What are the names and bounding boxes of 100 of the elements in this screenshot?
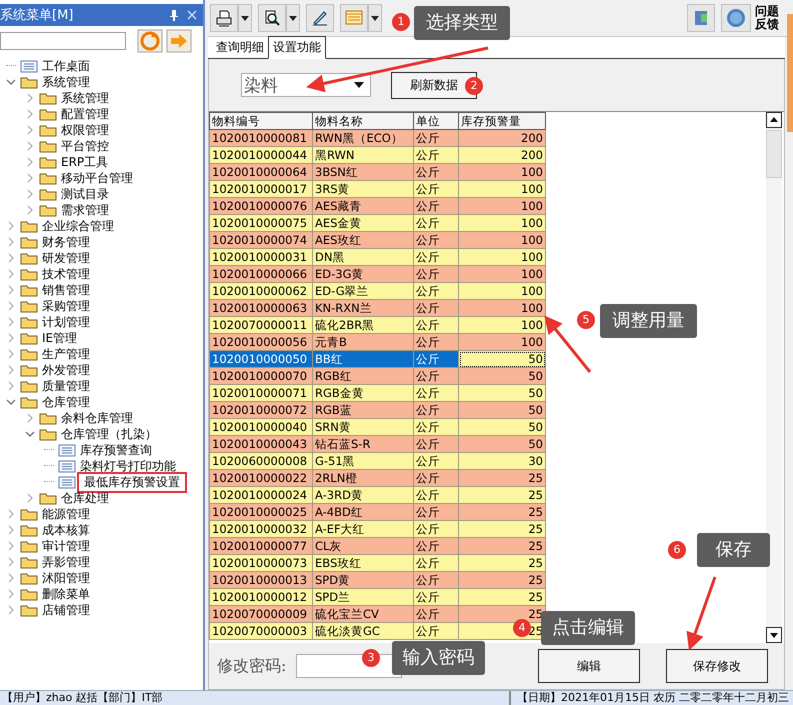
refresh-icon[interactable] [137,29,163,53]
table-cell: 1020010000075 [210,214,312,232]
column-header[interactable]: 库存预警量 [458,112,546,130]
table-cell: 1020010000012 [210,588,312,606]
tree-item[interactable]: 需求管理 [61,202,109,218]
tree-item[interactable]: 平台管控 [61,138,109,154]
tree-item[interactable]: 系统管理 [61,90,109,106]
callout-label: 点击编辑 [541,611,635,645]
tree-item[interactable]: 质量管理 [42,378,90,394]
folder-icon [39,204,57,216]
tree-item[interactable]: 审计管理 [42,538,90,554]
tree-item[interactable]: ERP工具 [61,154,108,170]
arrow-right-icon[interactable] [166,29,192,53]
tree-item[interactable]: 系统管理 [42,74,90,90]
table-cell: 1020010000064 [210,164,312,180]
edit-button[interactable]: 编辑 [538,649,640,683]
type-dropdown[interactable]: 染料 [241,73,371,97]
password-label: 修改密码: [217,656,286,676]
tree-item[interactable]: 权限管理 [61,122,109,138]
save-button[interactable]: 保存修改 [666,649,768,683]
column-header[interactable]: 物料名称 [312,112,414,130]
folder-icon [20,556,38,568]
folder-icon [20,396,38,408]
scroll-thumb[interactable] [766,130,782,178]
tree-item[interactable]: 销售管理 [42,282,90,298]
table-cell: 公斤 [414,538,458,554]
panel-title: 系统菜单[M] [0,7,74,24]
tree-item[interactable]: 计划管理 [42,314,90,330]
table-cell: 1020010000025 [210,504,312,520]
tree-item[interactable]: 删除菜单 [42,586,90,602]
tree-item[interactable]: 库存预警查询 [80,442,152,458]
scroll-down-icon[interactable] [766,627,782,643]
tree-item[interactable]: IE管理 [42,330,78,346]
column-header[interactable]: 单位 [414,112,458,130]
scroll-up-icon[interactable] [766,112,782,128]
dropdown-button[interactable] [368,4,382,32]
table-cell: 1020010000032 [210,520,312,538]
dropdown-button[interactable] [286,4,300,32]
callout-label: 调整用量 [600,304,697,338]
table-cell: 公斤 [414,214,458,232]
exit-button[interactable] [687,4,715,32]
tree-item[interactable]: 企业综合管理 [42,218,114,234]
status-user: 【用户】zhao 赵括【部门】IT部 [1,691,163,705]
caret-icon [371,16,379,20]
table-cell: SPD黄 [312,572,414,588]
table-cell: 钻石蓝S-R [312,436,414,452]
feedback-label[interactable]: 问题反馈 [755,5,783,31]
tree-item[interactable]: 生产管理 [42,346,90,362]
dropdown-button[interactable] [238,4,252,32]
tree-item[interactable]: 能源管理 [42,506,90,522]
tree-item[interactable]: 仓库管理（扎染） [61,426,157,442]
table-cell: 2RLN橙 [312,470,414,486]
tree-item[interactable]: 店铺管理 [42,602,90,618]
expand-icon[interactable] [25,413,35,423]
tree-item[interactable]: 外发管理 [42,362,90,378]
design-button[interactable] [306,4,334,32]
help-button[interactable] [721,4,751,32]
folder-icon [20,588,38,600]
table-cell: 公斤 [414,384,458,402]
table-cell: 1020010000063 [210,300,312,316]
tree-item[interactable]: 染料灯号打印功能 [80,458,176,474]
pin-icon[interactable] [169,9,179,21]
table-cell: A-EF大红 [312,520,414,538]
tree-item[interactable]: 技术管理 [42,266,90,282]
collapse-icon[interactable] [25,429,35,439]
search-field[interactable] [0,32,126,50]
vertical-scrollbar[interactable] [766,112,782,643]
tree-item[interactable]: 采购管理 [42,298,90,314]
folder-icon [39,92,57,104]
close-icon[interactable] [187,10,197,20]
table-cell: 1020010000044 [210,146,312,164]
table-cell: 公斤 [414,520,458,538]
table-cell: 50 [458,436,546,452]
tab[interactable]: 设置功能 [268,36,326,59]
tree-item[interactable]: 财务管理 [42,234,90,250]
tree-item[interactable]: 工作桌面 [42,58,90,74]
table-cell: 公斤 [414,504,458,520]
tree-item[interactable]: 余料仓库管理 [61,410,133,426]
tree-item[interactable]: 研发管理 [42,250,90,266]
tree-item[interactable]: 配置管理 [61,106,109,122]
tree-item[interactable]: 成本核算 [42,522,90,538]
table-cell: 公斤 [414,334,458,350]
tree-item[interactable]: 测试目录 [61,186,109,202]
print-button[interactable] [210,4,238,32]
tree-item[interactable]: 弄影管理 [42,554,90,570]
tree-item[interactable]: 最低库存预警设置 [80,474,184,490]
collapse-icon[interactable] [6,397,16,407]
table-cell: KN-RXN兰 [312,300,414,316]
table-cell: 公斤 [414,470,458,486]
preview-button[interactable] [258,4,286,32]
collapse-icon[interactable] [6,77,16,87]
tree-item[interactable]: 仓库处理 [61,490,109,506]
table-cell: 公斤 [414,436,458,452]
tree-item[interactable]: 沭阳管理 [42,570,90,586]
tree-item[interactable]: 仓库管理 [42,394,90,410]
tree-item[interactable]: 移动平台管理 [61,170,133,186]
table-cell: 100 [458,300,546,316]
table-cell: 100 [458,198,546,214]
column-header[interactable]: 物料编号 [210,112,312,130]
table-cell: 100 [458,282,546,300]
